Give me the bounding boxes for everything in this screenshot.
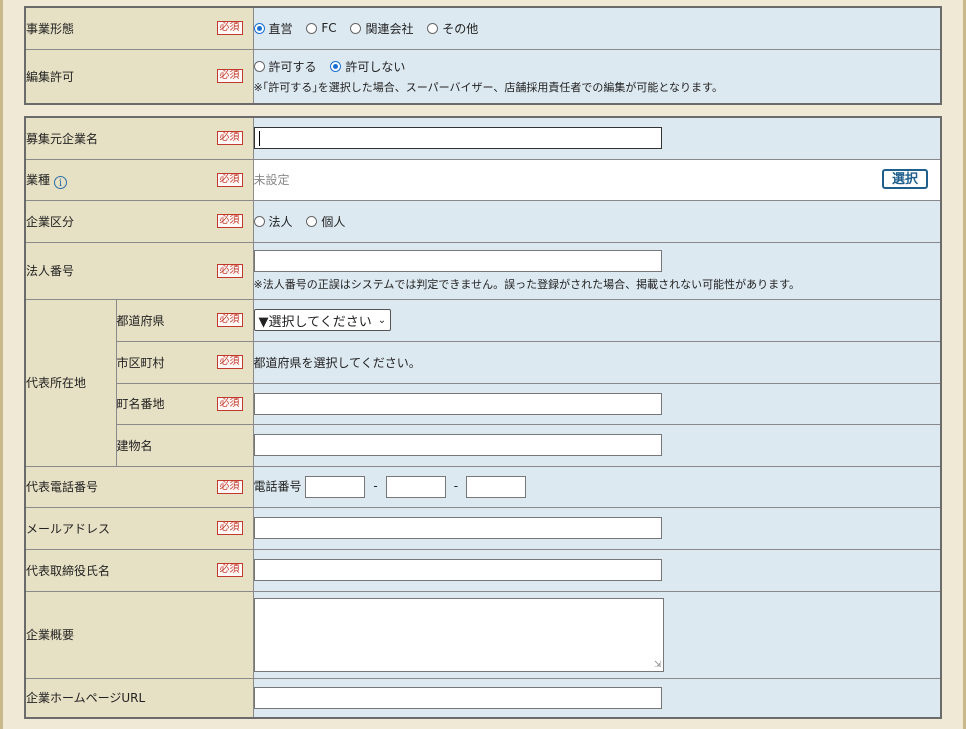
business-type-radio-other[interactable]: その他 [427,20,478,37]
page-border-left [0,0,3,729]
street-cell [252,382,942,425]
industry-cell: 未設定 選択 [252,158,942,201]
representative-label: 代表取締役氏名 必須 [24,548,254,592]
required-badge: 必須 [216,131,243,146]
required-badge: 必須 [216,21,243,36]
radio-icon[interactable] [306,22,318,34]
address-group-label: 代表所在地 [24,298,117,467]
business-type-radio-affiliate[interactable]: 関連会社 [350,20,413,37]
building-cell [252,423,942,467]
building-label: 建物名 [115,423,254,467]
phone-input-1[interactable] [305,475,366,498]
radio-icon[interactable] [306,215,318,227]
prefecture-cell: ▼選択してください ⌄ [252,298,942,342]
phone-separator: - [373,479,378,493]
email-input[interactable] [253,517,662,539]
radio-icon[interactable] [253,60,265,72]
city-cell: 都道府県を選択してください。 [252,340,942,384]
company-category-options: 法人 個人 [252,199,942,243]
info-icon[interactable]: i [54,175,68,189]
company-category-radio-individual[interactable]: 個人 [306,213,345,230]
edit-permission-note: ※｢許可する｣を選択した場合、スーパーバイザー、店舗採用責任者での編集が可能とな… [253,80,723,94]
business-settings-table: 事業形態 必須 直営 FC 関連会社 その他 編集許可 必須 許可する 許可しな… [24,6,942,105]
email-cell [252,506,942,550]
required-badge: 必須 [216,172,243,187]
required-badge: 必須 [216,355,243,369]
business-type-options: 直営 FC 関連会社 その他 [252,6,942,50]
required-badge: 必須 [216,263,243,278]
street-input[interactable] [253,392,662,415]
phone-separator: - [453,479,459,493]
overview-label: 企業概要 [24,590,254,679]
industry-value: 未設定 [253,173,290,187]
corporate-number-note: ※法人番号の正誤はシステムでは判定できません。誤った登録がされた場合、掲載されな… [253,277,800,291]
radio-icon[interactable] [253,215,265,227]
business-type-label-text: 事業形態 [26,21,75,36]
chevron-down-icon: ⌄ [377,314,387,326]
homepage-input[interactable] [253,686,662,709]
edit-permission-label: 編集許可 必須 [24,48,254,105]
representative-cell [252,548,942,592]
company-name-cell [252,116,942,160]
building-input[interactable] [253,434,662,456]
company-name-label: 募集元企業名 必須 [24,116,254,160]
phone-prefix: 電話番号 [253,479,302,493]
business-type-radio-fc[interactable]: FC [306,21,337,35]
edit-permission-radio-allow[interactable]: 許可する [253,58,317,75]
radio-selected-icon[interactable] [330,60,342,72]
resize-grip-icon[interactable]: ⇲ [654,660,662,670]
required-badge: 必須 [216,479,243,494]
required-badge: 必須 [216,313,243,327]
phone-label: 代表電話番号 必須 [24,465,254,508]
prefecture-label: 都道府県 必須 [115,298,254,342]
business-type-radio-direct[interactable]: 直営 [253,20,293,37]
overview-textarea[interactable]: ⇲ [253,597,664,672]
company-category-radio-corporation[interactable]: 法人 [253,213,293,230]
company-category-label: 企業区分 必須 [24,199,254,243]
required-badge: 必須 [216,214,243,228]
street-label: 町名番地 必須 [115,382,254,425]
edit-permission-radio-deny[interactable]: 許可しない [330,58,405,75]
edit-permission-options: 許可する 許可しない ※｢許可する｣を選択した場合、スーパーバイザー、店舗採用責… [252,48,942,105]
required-badge: 必須 [216,521,243,535]
prefecture-select[interactable]: ▼選択してください ⌄ [253,309,392,331]
industry-label: 業種 i 必須 [24,158,254,201]
industry-select-button[interactable]: 選択 [881,168,928,189]
email-label: メールアドレス 必須 [24,506,254,550]
radio-icon[interactable] [350,22,362,34]
required-badge: 必須 [216,563,243,577]
corporate-number-label: 法人番号 必須 [24,241,254,300]
overview-cell: ⇲ [252,590,942,679]
phone-input-2[interactable] [385,475,446,498]
homepage-label: 企業ホームページURL [24,677,254,719]
corporate-number-input[interactable] [253,249,662,272]
radio-icon[interactable] [427,22,439,34]
business-type-label: 事業形態 必須 [24,6,254,50]
required-badge: 必須 [216,396,243,411]
city-message: 都道府県を選択してください。 [253,355,421,370]
radio-selected-icon[interactable] [253,22,265,34]
phone-cell: 電話番号 - - [252,465,942,508]
homepage-cell [252,677,942,719]
phone-input-3[interactable] [466,475,527,498]
company-name-input[interactable] [253,127,662,150]
required-badge: 必須 [216,69,243,84]
text-caret [258,131,260,147]
city-label: 市区町村 必須 [115,340,254,384]
representative-input[interactable] [253,559,662,581]
company-info-table: 募集元企業名 必須 業種 i 必須 未設定 選択 企業区分 必須 法人 個人 法人… [24,116,942,719]
corporate-number-cell: ※法人番号の正誤はシステムでは判定できません。誤った登録がされた場合、掲載されな… [252,241,942,300]
